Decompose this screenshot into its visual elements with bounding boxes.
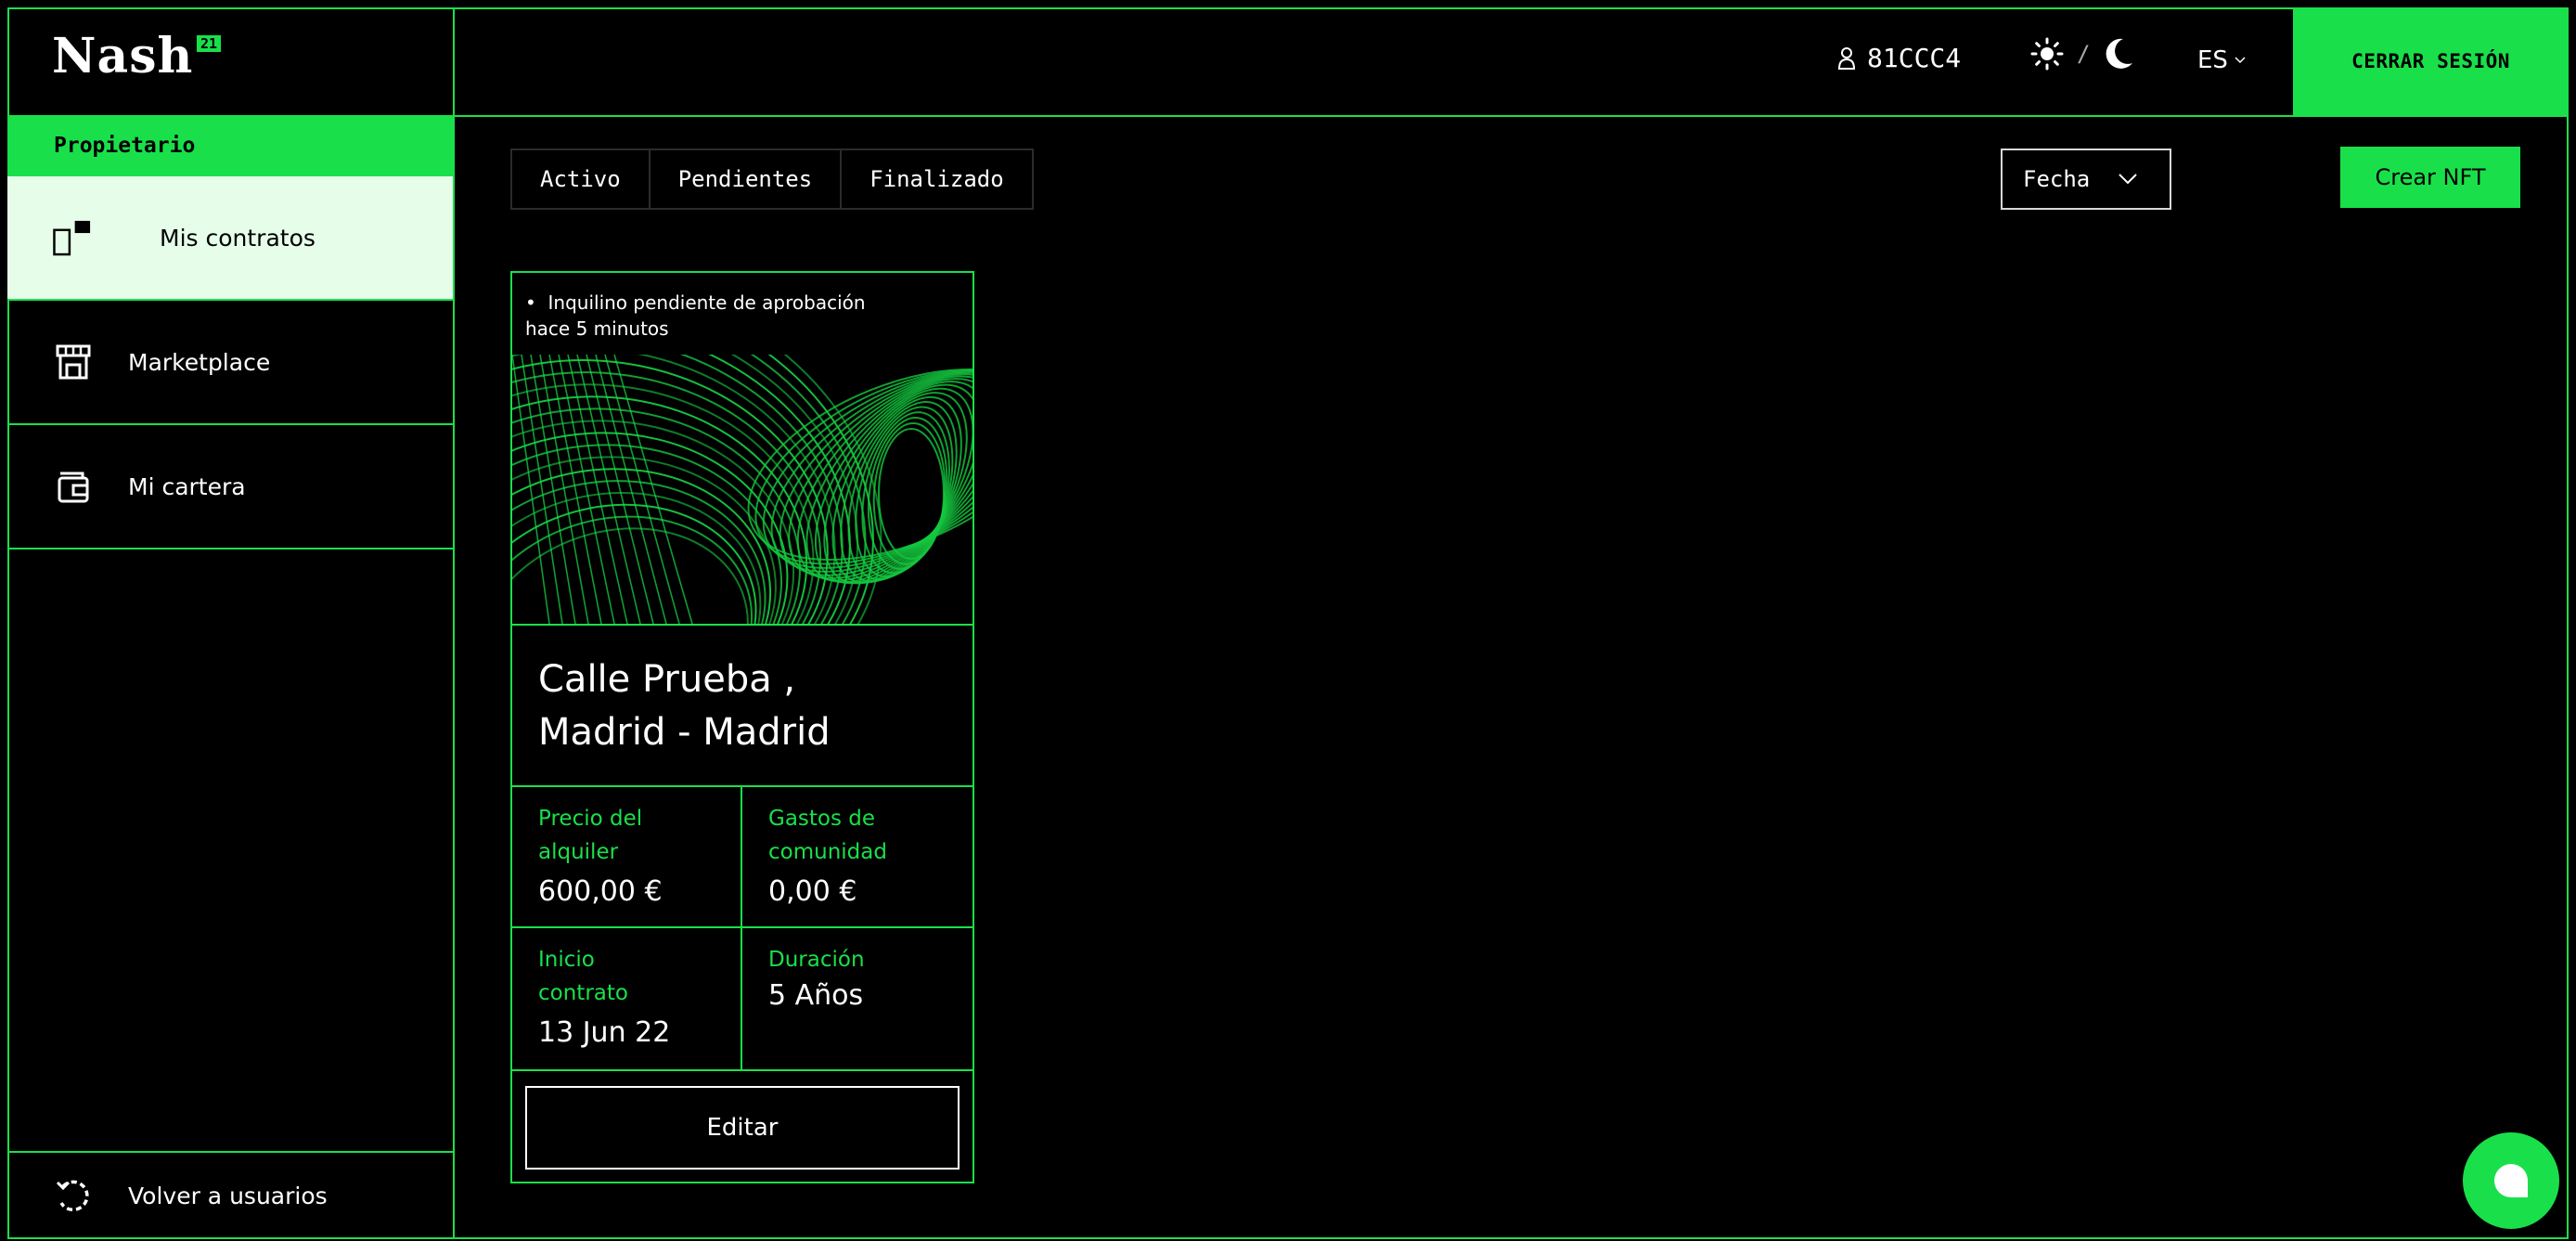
status-text: Inquilino pendiente de aprobación: [547, 291, 866, 314]
sort-dropdown[interactable]: Fecha: [2001, 149, 2171, 210]
create-nft-button[interactable]: Crear NFT: [2340, 147, 2520, 208]
user-account[interactable]: 81CCC4: [1837, 43, 1961, 73]
sidebar-item-label: Mi cartera: [128, 472, 246, 500]
sidebar-item-mi-cartera[interactable]: Mi cartera: [7, 425, 453, 549]
logo[interactable]: Nash: [52, 28, 193, 84]
contract-duration-label: Duración: [768, 948, 865, 972]
contract-start-label: Inicio contrato: [538, 948, 628, 1005]
chevron-down-icon: [2119, 174, 2137, 185]
address-city: Madrid - Madrid: [538, 711, 831, 754]
role-label: Propietario: [7, 117, 453, 176]
chat-icon: [2493, 1164, 2528, 1197]
logout-button[interactable]: CERRAR SESIÓN: [2293, 7, 2569, 115]
theme-separator: /: [2077, 41, 2091, 67]
tab-activo[interactable]: Activo: [512, 150, 650, 208]
contract-start-value: 13 Jun 22: [538, 1016, 671, 1049]
language-selector[interactable]: ES: [2197, 46, 2247, 74]
user-id-label: 81CCC4: [1867, 43, 1962, 73]
store-icon: [52, 341, 95, 383]
sidebar: Propietario Mis contratos Marketplace Mi…: [7, 117, 455, 1239]
sidebar-item-marketplace[interactable]: Marketplace: [7, 301, 453, 425]
theme-toggle[interactable]: /: [2030, 37, 2134, 71]
status-time: hace 5 minutos: [525, 317, 669, 340]
chat-button[interactable]: [2463, 1132, 2559, 1229]
logo-badge: 21: [197, 35, 222, 52]
community-fees-value: 0,00 €: [768, 875, 857, 908]
community-fees: Gastos de comunidad 0,00 €: [742, 787, 972, 928]
back-arrow-icon: [52, 1175, 95, 1218]
contract-status: • Inquilino pendiente de aprobación hace…: [525, 291, 866, 340]
sidebar-item-label: Marketplace: [128, 348, 271, 376]
property-address: Calle Prueba , Madrid - Madrid: [512, 624, 972, 787]
community-fees-label: Gastos de comunidad: [768, 807, 887, 864]
sidebar-item-mis-contratos[interactable]: Mis contratos: [7, 176, 453, 301]
contracts-icon: [52, 216, 95, 259]
language-label: ES: [2197, 46, 2228, 74]
chevron-down-icon: [2235, 57, 2246, 64]
user-icon: [1837, 46, 1856, 70]
moon-icon[interactable]: [2103, 37, 2134, 71]
rent-price-label: Precio del alquiler: [538, 807, 643, 864]
sort-label: Fecha: [2023, 166, 2091, 192]
address-line: Calle Prueba ,: [538, 658, 796, 701]
wallet-icon: [52, 465, 95, 508]
sidebar-item-label: Mis contratos: [160, 224, 316, 252]
contract-card[interactable]: • Inquilino pendiente de aprobación hace…: [510, 271, 974, 1183]
contract-start: Inicio contrato 13 Jun 22: [512, 928, 742, 1071]
rent-price: Precio del alquiler 600,00 €: [512, 787, 742, 928]
back-to-users-link[interactable]: Volver a usuarios: [7, 1151, 453, 1239]
tab-pendientes[interactable]: Pendientes: [650, 150, 843, 208]
rent-price-value: 600,00 €: [538, 875, 663, 908]
contract-duration: Duración 5 Años: [742, 928, 972, 1071]
sun-icon[interactable]: [2030, 37, 2064, 71]
logo-area: Nash 21: [7, 7, 455, 115]
top-header: Nash 21 81CCC4 / ES CERRAR SESIÓN: [7, 7, 2569, 117]
back-to-users-label: Volver a usuarios: [128, 1183, 328, 1209]
edit-button[interactable]: Editar: [525, 1086, 960, 1170]
contract-duration-value: 5 Años: [768, 979, 864, 1012]
status-tabs: Activo Pendientes Finalizado: [510, 149, 1034, 210]
tab-finalizado[interactable]: Finalizado: [842, 150, 1032, 208]
nft-artwork: [512, 355, 972, 624]
